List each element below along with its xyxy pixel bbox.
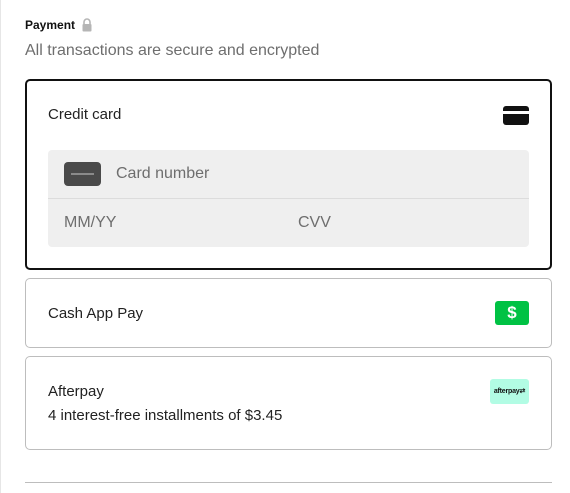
afterpay-option[interactable]: Afterpay 4 interest-free installments of… — [25, 356, 552, 450]
card-number-field[interactable]: Card number — [48, 150, 529, 199]
payment-heading-label: Payment — [25, 18, 76, 32]
payment-subtitle: All transactions are secure and encrypte… — [25, 42, 320, 59]
bottom-divider — [25, 482, 552, 483]
afterpay-logo-icon: afterpay⇄ — [490, 379, 529, 404]
expiry-field[interactable]: MM/YY — [64, 214, 116, 232]
credit-card-label: Credit card — [48, 106, 122, 123]
cash-app-icon: $ — [495, 301, 529, 325]
afterpay-description: 4 interest-free installments of $3.45 — [48, 407, 283, 424]
credit-card-icon — [503, 106, 529, 125]
lock-icon — [81, 18, 93, 32]
divider-left — [0, 0, 1, 493]
cash-app-pay-option[interactable]: Cash App Pay $ — [25, 278, 552, 348]
card-number-placeholder: Card number — [116, 165, 210, 182]
afterpay-label: Afterpay — [48, 383, 104, 400]
cvv-field[interactable]: CVV — [298, 214, 331, 232]
credit-card-option[interactable]: Credit card Card number MM/YY CVV — [25, 79, 552, 270]
card-fields: Card number MM/YY CVV — [48, 150, 529, 247]
payment-page: Payment All transactions are secure and … — [0, 0, 570, 493]
card-chip-icon — [64, 162, 101, 186]
cash-app-pay-label: Cash App Pay — [48, 305, 144, 322]
payment-heading: Payment — [25, 18, 93, 32]
